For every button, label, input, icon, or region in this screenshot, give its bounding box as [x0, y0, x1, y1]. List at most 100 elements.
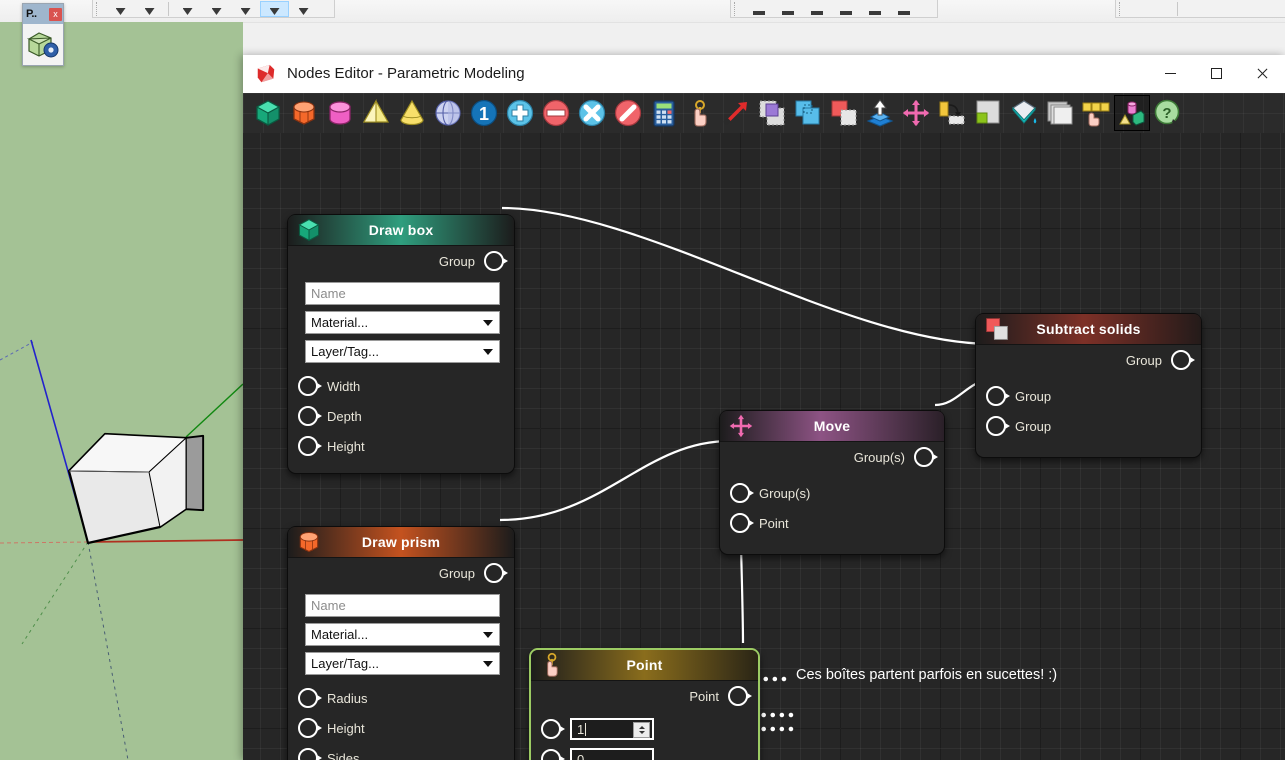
input-port-group-b[interactable]: Group	[976, 411, 1201, 441]
move-tool[interactable]	[899, 96, 933, 130]
host-tool-button[interactable]	[773, 1, 802, 17]
socket-out[interactable]	[914, 447, 938, 467]
close-button[interactable]	[1239, 55, 1285, 92]
layer-tag-select[interactable]: Layer/Tag...	[305, 340, 500, 363]
push-pull-tool[interactable]	[863, 96, 897, 130]
node-subtract-solids[interactable]: Subtract solids Group Group Group	[975, 313, 1202, 458]
node-point[interactable]: Point Point 1 0	[529, 648, 760, 760]
host-tool-button[interactable]	[202, 1, 231, 17]
input-port-width[interactable]: Width	[288, 371, 514, 401]
point-y-row[interactable]: 0	[531, 744, 758, 760]
socket-in[interactable]	[730, 513, 754, 533]
socket-out[interactable]	[1171, 350, 1195, 370]
host-tool-button[interactable]	[860, 1, 889, 17]
toolbar-grip[interactable]	[96, 1, 103, 16]
socket-in[interactable]	[298, 688, 322, 708]
add-tool[interactable]	[503, 96, 537, 130]
subtract-tool[interactable]	[539, 96, 573, 130]
window-titlebar[interactable]: Nodes Editor - Parametric Modeling	[243, 55, 1285, 93]
name-input[interactable]	[305, 282, 500, 305]
host-tool-button[interactable]	[135, 1, 164, 17]
host-tool-button[interactable]	[744, 1, 773, 17]
maximize-button[interactable]	[1193, 55, 1239, 92]
input-port-height[interactable]: Height	[288, 713, 514, 743]
nodes-toolbar[interactable]: 1 ?	[243, 93, 1285, 133]
socket-in[interactable]	[986, 416, 1010, 436]
socket-in[interactable]	[986, 386, 1010, 406]
input-port-height[interactable]: Height	[288, 431, 514, 461]
host-toolbar-left[interactable]	[92, 0, 335, 18]
vector-tool[interactable]	[719, 96, 753, 130]
rotate-tool[interactable]	[935, 96, 969, 130]
number-tool[interactable]: 1	[467, 96, 501, 130]
component-tool[interactable]	[1114, 95, 1150, 131]
calculator-tool[interactable]	[647, 96, 681, 130]
node-draw-prism[interactable]: Draw prism Group Material...	[287, 526, 515, 760]
green-cube-gear-icon[interactable]	[26, 30, 60, 60]
socket-in[interactable]	[298, 436, 322, 456]
socket-in[interactable]	[298, 718, 322, 738]
host-tool-button[interactable]	[889, 1, 918, 17]
socket-out[interactable]	[484, 251, 508, 271]
multiply-tool[interactable]	[575, 96, 609, 130]
node-move[interactable]: Move Group(s) Group(s) Point	[719, 410, 945, 555]
node-header-draw-prism[interactable]: Draw prism	[288, 527, 514, 558]
socket-in[interactable]	[541, 749, 565, 760]
spinner-up-icon[interactable]	[638, 726, 645, 729]
host-toolbar-mid[interactable]	[730, 0, 938, 18]
node-graph-canvas[interactable]: Draw box Group Material...	[243, 133, 1285, 760]
material-select[interactable]: Material...	[305, 311, 500, 334]
draw-cylinder-tool[interactable]	[323, 96, 357, 130]
point-x-field[interactable]: 1	[570, 718, 654, 740]
help-tool[interactable]: ?	[1151, 96, 1185, 130]
pick-color-tool[interactable]	[1079, 96, 1113, 130]
divide-tool[interactable]	[611, 96, 645, 130]
host-tool-button[interactable]	[173, 1, 202, 17]
minimize-button[interactable]	[1147, 55, 1193, 92]
point-x-spinner[interactable]	[633, 722, 650, 738]
node-header-subtract-solids[interactable]: Subtract solids	[976, 314, 1201, 345]
toolbar-grip[interactable]	[734, 1, 741, 16]
point-tool[interactable]	[683, 96, 717, 130]
toolbar-grip[interactable]	[1119, 1, 1126, 16]
socket-in[interactable]	[298, 748, 322, 760]
output-port-point[interactable]: Point	[531, 681, 758, 711]
input-port-groups[interactable]: Group(s)	[720, 478, 944, 508]
scale-tool[interactable]	[971, 96, 1005, 130]
socket-out[interactable]	[484, 563, 508, 583]
name-input[interactable]	[305, 594, 500, 617]
node-header-draw-box[interactable]: Draw box	[288, 215, 514, 246]
socket-out[interactable]	[728, 686, 752, 706]
close-icon[interactable]: x	[49, 7, 62, 21]
draw-prism-tool[interactable]	[287, 96, 321, 130]
input-port-group-a[interactable]: Group	[976, 381, 1201, 411]
host-tool-button[interactable]	[831, 1, 860, 17]
draw-sphere-tool[interactable]	[431, 96, 465, 130]
select-tool[interactable]	[791, 96, 825, 130]
socket-in[interactable]	[298, 406, 322, 426]
output-port-group[interactable]: Group	[976, 345, 1201, 375]
host-tool-button[interactable]	[289, 1, 318, 17]
input-port-radius[interactable]: Radius	[288, 683, 514, 713]
host-toolbar-right[interactable]	[1115, 0, 1285, 18]
host-tool-button-active[interactable]	[260, 0, 289, 17]
output-port-group[interactable]: Group	[288, 558, 514, 588]
union-solids-tool[interactable]	[827, 96, 861, 130]
socket-in[interactable]	[730, 483, 754, 503]
paint-tool[interactable]	[1007, 96, 1041, 130]
output-port-group[interactable]: Group	[288, 246, 514, 276]
host-tool-button[interactable]	[802, 1, 831, 17]
input-port-depth[interactable]: Depth	[288, 401, 514, 431]
draw-cone-tool[interactable]	[395, 96, 429, 130]
sketchup-3d-viewport[interactable]	[0, 22, 243, 760]
output-port-groups[interactable]: Group(s)	[720, 442, 944, 472]
draw-box-tool[interactable]	[251, 96, 285, 130]
node-draw-box[interactable]: Draw box Group Material...	[287, 214, 515, 474]
spinner-down-icon[interactable]	[638, 731, 645, 734]
socket-in[interactable]	[541, 719, 565, 739]
point-y-field[interactable]: 0	[570, 748, 654, 760]
host-tool-button[interactable]	[231, 1, 260, 17]
socket-in[interactable]	[298, 376, 322, 396]
input-port-point[interactable]: Point	[720, 508, 944, 538]
draw-pyramid-tool[interactable]	[359, 96, 393, 130]
